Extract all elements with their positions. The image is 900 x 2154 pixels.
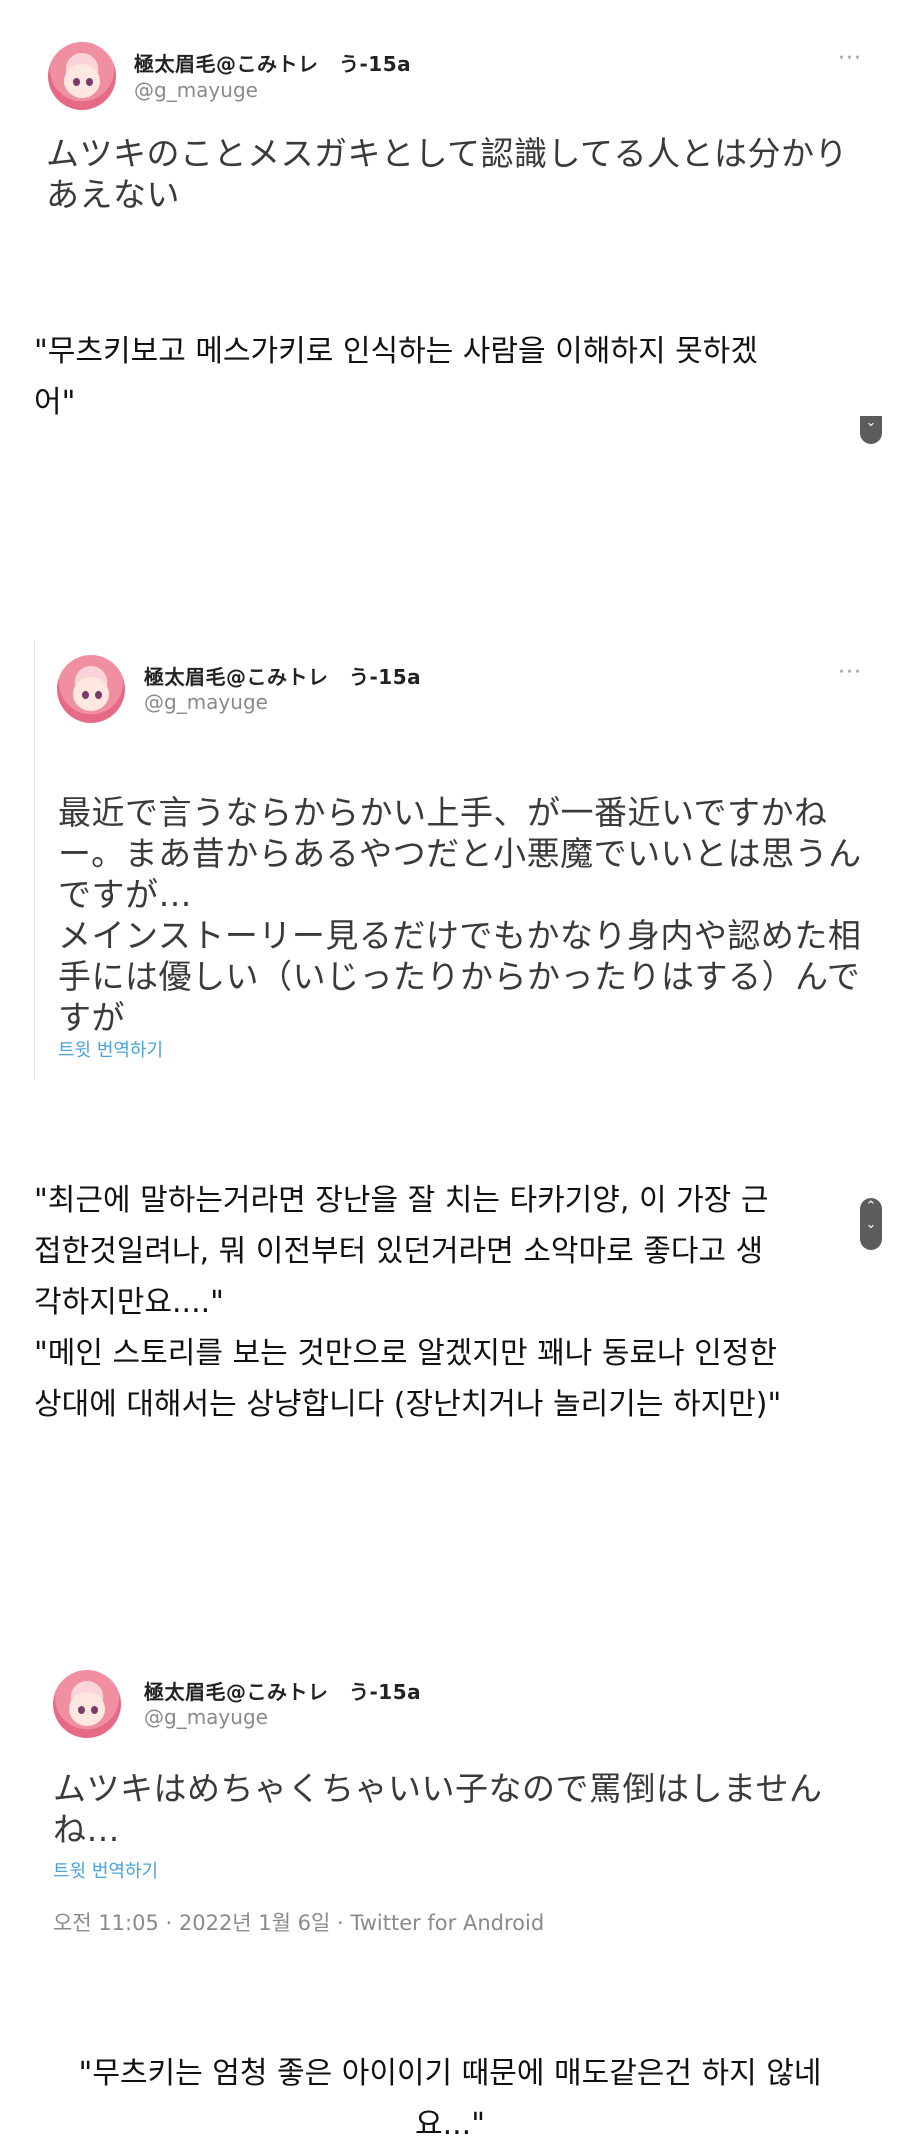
tweet-text-line: ムツキのことメスガキとして認識してる人とは分かり <box>46 134 849 173</box>
divider <box>34 640 35 1080</box>
avatar[interactable] <box>53 1670 121 1738</box>
caption-line: "메인 스토리를 보는 것만으로 알겠지만 꽤나 동료나 인정한 <box>34 1336 777 1371</box>
tweet-text-line: すが <box>58 998 125 1037</box>
caption-line: 접한것일려나, 뭐 이전부터 있던거라면 소악마로 좋다고 생 <box>34 1234 764 1269</box>
more-options-icon[interactable]: ··· <box>838 660 862 685</box>
caption-line: "무츠키보고 메스가키로 인식하는 사람을 이해하지 못하겠 <box>34 334 758 369</box>
tweet-text: ムツキのことメスガキとして認識してる人とは分かり あえない <box>46 133 866 215</box>
caption-line: 상대에 대해서는 상냥합니다 (장난치거나 놀리기는 하지만)" <box>34 1387 782 1422</box>
avatar[interactable] <box>57 655 125 723</box>
tweet-text-line: あえない <box>46 175 180 214</box>
tweet-text: 最近で言うならからかい上手、が一番近いですかね ー。まあ昔からあるやつだと小悪魔… <box>58 792 878 1038</box>
user-handle[interactable]: @g_mayuge <box>134 78 258 102</box>
caption-line: 어" <box>34 385 76 420</box>
display-name[interactable]: 極太眉毛@こみトレ う-15a <box>144 1676 421 1705</box>
scroll-up-button[interactable]: ⌃ <box>860 1198 882 1216</box>
tweet-text-line: メインストーリー見るだけでもかなり身内や認めた相 <box>58 916 862 955</box>
more-options-icon[interactable]: ··· <box>838 46 862 71</box>
caption-line: 요..." <box>414 2107 485 2142</box>
display-name[interactable]: 極太眉毛@こみトレ う-15a <box>144 661 421 690</box>
avatar[interactable] <box>48 42 116 110</box>
caption-line: 각하지만요...." <box>34 1285 224 1320</box>
tweet-text-line: ね… <box>53 1810 120 1849</box>
tweet-text: ムツキはめちゃくちゃいい子なので罵倒はしません ね… <box>53 1768 873 1850</box>
tweet-text-line: ムツキはめちゃくちゃいい子なので罵倒はしません <box>53 1769 823 1808</box>
scroll-buttons: ⌃ ⌄ <box>860 1198 882 1250</box>
tweet-text-line: 手には優しい（いじったりからかったりはする）んで <box>58 957 861 996</box>
tweet-text-line: 最近で言うならからかい上手、が一番近いですかね <box>58 793 828 832</box>
caption-line: "최근에 말하는거라면 장난을 잘 치는 타카기양, 이 가장 근 <box>34 1183 769 1218</box>
user-handle[interactable]: @g_mayuge <box>144 690 268 714</box>
tweet-timestamp[interactable]: 오전 11:05 · 2022년 1월 6일 · Twitter for And… <box>53 1907 544 1937</box>
translate-tweet-link[interactable]: 트윗 번역하기 <box>58 1036 163 1062</box>
translation-caption: "최근에 말하는거라면 장난을 잘 치는 타카기양, 이 가장 근 접한것일려나… <box>34 1175 874 1430</box>
translate-tweet-link[interactable]: 트윗 번역하기 <box>53 1857 158 1883</box>
scroll-down-button[interactable]: ⌄ <box>860 1216 882 1234</box>
translation-caption: "무츠키보고 메스가키로 인식하는 사람을 이해하지 못하겠 어" <box>34 326 874 428</box>
caption-line: "무츠키는 엄청 좋은 아이이기 때문에 매도같은건 하지 않네 <box>78 2056 822 2091</box>
tweet-text-line: ー。まあ昔からあるやつだと小悪魔でいいとは思うん <box>58 834 862 873</box>
user-handle[interactable]: @g_mayuge <box>144 1705 268 1729</box>
translation-caption: "무츠키는 엄청 좋은 아이이기 때문에 매도같은건 하지 않네 요..." <box>20 2048 880 2150</box>
scroll-down-button[interactable]: ⌄ <box>860 416 882 444</box>
tweet-text-line: ですが… <box>58 875 192 914</box>
display-name[interactable]: 極太眉毛@こみトレ う-15a <box>134 48 411 77</box>
